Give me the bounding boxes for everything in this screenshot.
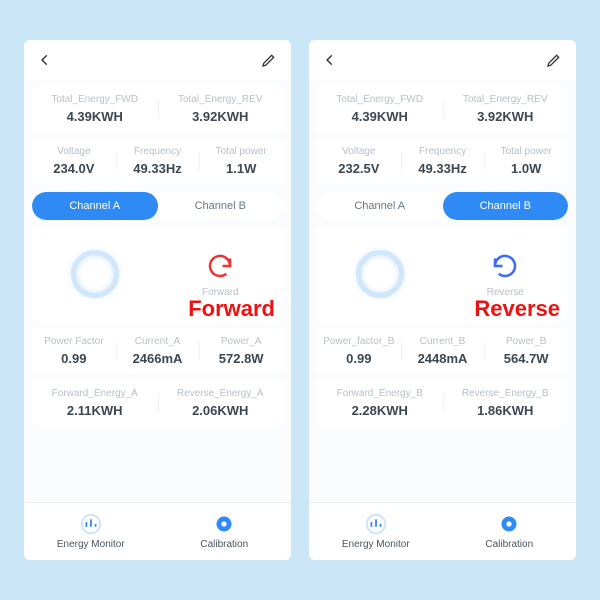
power-value: 564.7W — [484, 351, 568, 366]
voltage-label: Voltage — [317, 146, 401, 157]
tab-channel-b[interactable]: Channel B — [158, 192, 284, 220]
total-power-value: 1.1W — [199, 161, 283, 176]
power-factor-value: 0.99 — [32, 351, 116, 366]
total-fwd-value: 4.39KWH — [317, 109, 443, 124]
nav-energy-monitor-label: Energy Monitor — [57, 539, 125, 550]
gear-icon — [498, 513, 520, 535]
current-value: 2448mA — [401, 351, 485, 366]
power-factor-label: Power Factor — [32, 336, 116, 347]
frequency-label: Frequency — [116, 146, 200, 157]
forward-arrow-icon — [205, 251, 235, 281]
nav-calibration-label: Calibration — [200, 539, 248, 550]
bottom-nav: Energy Monitor Calibration — [309, 502, 576, 560]
nav-energy-monitor[interactable]: Energy Monitor — [309, 503, 443, 560]
reverse-energy-label: Reverse_Energy_B — [443, 388, 569, 399]
reverse-arrow-icon — [490, 251, 520, 281]
nav-energy-monitor-label: Energy Monitor — [342, 539, 410, 550]
total-rev-label: Total_Energy_REV — [443, 94, 569, 105]
readings-card: Voltage 234.0V Frequency 49.33Hz Total pow… — [32, 138, 283, 184]
topbar — [24, 40, 291, 80]
total-rev-label: Total_Energy_REV — [158, 94, 284, 105]
current-value: 2466mA — [116, 351, 200, 366]
frequency-value: 49.33Hz — [401, 161, 485, 176]
phone-reverse: Total_Energy_FWD 4.39KWH Total_Energy_REV… — [309, 40, 576, 560]
frequency-label: Frequency — [401, 146, 485, 157]
bottom-nav: Energy Monitor Calibration — [24, 502, 291, 560]
channel-tabs: Channel A Channel B — [32, 192, 283, 220]
power-label: Power_A — [199, 336, 283, 347]
forward-energy-label: Forward_Energy_B — [317, 388, 443, 399]
tab-channel-a[interactable]: Channel A — [317, 192, 443, 220]
nav-calibration-label: Calibration — [485, 539, 533, 550]
energy-card: Forward_Energy_A 2.11KWH Reverse_Energy_A… — [32, 380, 283, 426]
frequency-value: 49.33Hz — [116, 161, 200, 176]
back-icon[interactable] — [323, 53, 337, 67]
total-power-label: Total power — [484, 146, 568, 157]
totals-card: Total_Energy_FWD 4.39KWH Total_Energy_REV… — [317, 86, 568, 132]
dial-area: Reverse Reverse — [317, 226, 568, 322]
tab-channel-a[interactable]: Channel A — [32, 192, 158, 220]
topbar — [309, 40, 576, 80]
bars-icon — [80, 513, 102, 535]
power-label: Power_B — [484, 336, 568, 347]
voltage-value: 234.0V — [32, 161, 116, 176]
channel-metrics-card: Power_factor_B 0.99 Current_B 2448mA Power… — [317, 328, 568, 374]
back-icon[interactable] — [38, 53, 52, 67]
tab-channel-b[interactable]: Channel B — [443, 192, 569, 220]
power-ring-icon[interactable] — [71, 250, 119, 298]
bars-icon — [365, 513, 387, 535]
forward-energy-label: Forward_Energy_A — [32, 388, 158, 399]
forward-energy-value: 2.11KWH — [32, 403, 158, 418]
total-rev-value: 3.92KWH — [158, 109, 284, 124]
channel-metrics-card: Power Factor 0.99 Current_A 2466mA Power_A… — [32, 328, 283, 374]
voltage-value: 232.5V — [317, 161, 401, 176]
direction-word: Forward — [188, 296, 275, 322]
reverse-energy-value: 1.86KWH — [443, 403, 569, 418]
phone-forward: Total_Energy_FWD 4.39KWH Total_Energy_REV… — [24, 40, 291, 560]
voltage-label: Voltage — [32, 146, 116, 157]
dial-area: Forward Forward — [32, 226, 283, 322]
reverse-energy-label: Reverse_Energy_A — [158, 388, 284, 399]
total-fwd-label: Total_Energy_FWD — [32, 94, 158, 105]
direction-word: Reverse — [474, 296, 560, 322]
nav-calibration[interactable]: Calibration — [158, 503, 292, 560]
totals-card: Total_Energy_FWD 4.39KWH Total_Energy_REV… — [32, 86, 283, 132]
reverse-energy-value: 2.06KWH — [158, 403, 284, 418]
edit-icon[interactable] — [546, 52, 562, 68]
power-factor-label: Power_factor_B — [317, 336, 401, 347]
total-rev-value: 3.92KWH — [443, 109, 569, 124]
power-ring-icon[interactable] — [356, 250, 404, 298]
total-fwd-value: 4.39KWH — [32, 109, 158, 124]
power-value: 572.8W — [199, 351, 283, 366]
edit-icon[interactable] — [261, 52, 277, 68]
channel-tabs: Channel A Channel B — [317, 192, 568, 220]
forward-energy-value: 2.28KWH — [317, 403, 443, 418]
total-power-value: 1.0W — [484, 161, 568, 176]
nav-calibration[interactable]: Calibration — [443, 503, 577, 560]
energy-card: Forward_Energy_B 2.28KWH Reverse_Energy_B… — [317, 380, 568, 426]
gear-icon — [213, 513, 235, 535]
total-fwd-label: Total_Energy_FWD — [317, 94, 443, 105]
current-label: Current_A — [116, 336, 200, 347]
current-label: Current_B — [401, 336, 485, 347]
power-factor-value: 0.99 — [317, 351, 401, 366]
total-power-label: Total power — [199, 146, 283, 157]
readings-card: Voltage 232.5V Frequency 49.33Hz Total pow… — [317, 138, 568, 184]
nav-energy-monitor[interactable]: Energy Monitor — [24, 503, 158, 560]
